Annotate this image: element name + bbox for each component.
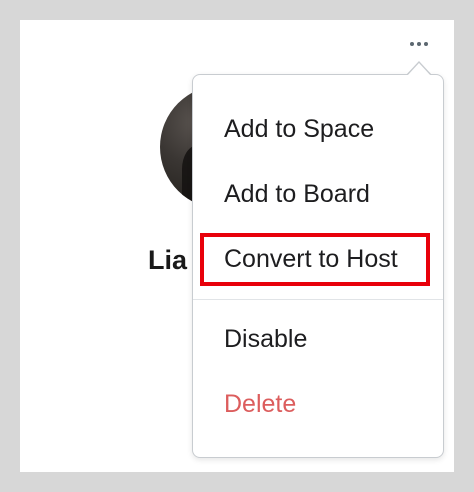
more-horizontal-icon-dot <box>417 42 421 46</box>
menu-item-convert-to-host[interactable]: Convert to Host <box>224 244 398 274</box>
user-name: Lia <box>148 245 188 275</box>
menu-item-add-to-board[interactable]: Add to Board <box>224 179 370 209</box>
menu-item-delete[interactable]: Delete <box>224 389 296 419</box>
options-menu: Add to Space Add to Board Convert to Hos… <box>192 74 444 458</box>
more-options-button[interactable] <box>404 32 434 56</box>
menu-item-disable[interactable]: Disable <box>224 324 307 354</box>
menu-divider <box>193 299 443 300</box>
menu-caret <box>407 63 431 76</box>
more-horizontal-icon-dot <box>410 42 414 46</box>
menu-item-add-to-space[interactable]: Add to Space <box>224 114 374 144</box>
more-horizontal-icon-dot <box>424 42 428 46</box>
